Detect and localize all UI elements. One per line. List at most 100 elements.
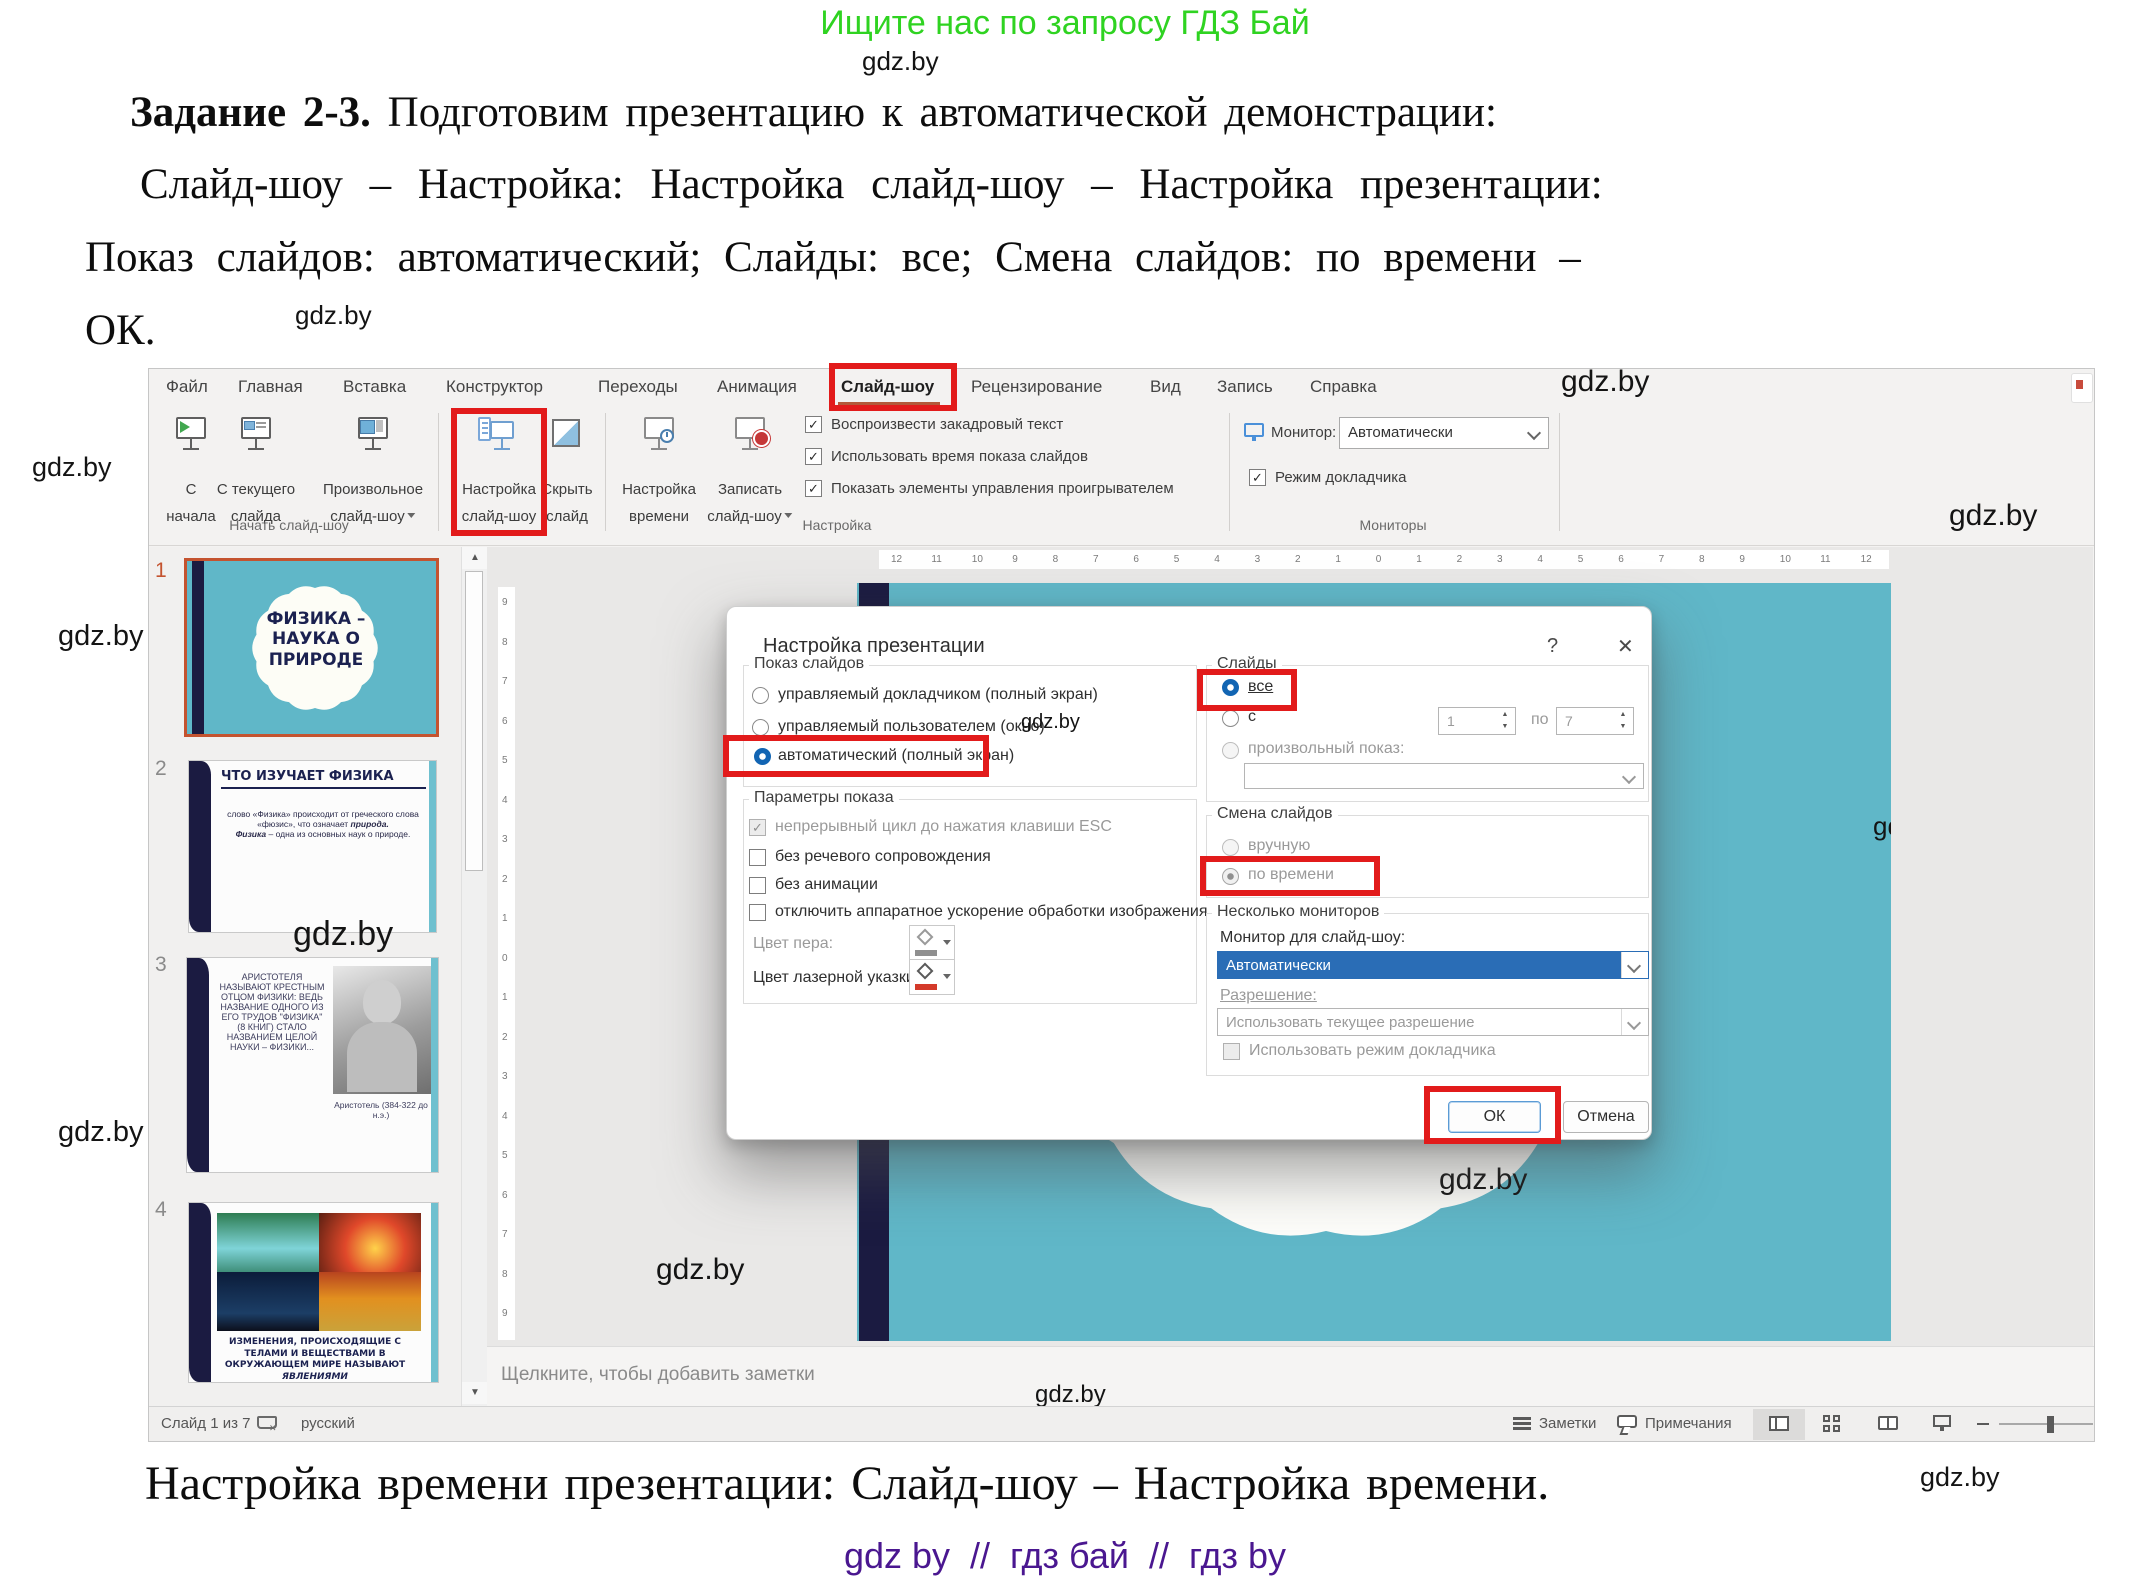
tab-review[interactable]: Рецензирование (971, 377, 1102, 397)
comments-label[interactable]: Примечания (1645, 1415, 1732, 1432)
start-from-beginning-icon[interactable] (168, 415, 214, 461)
show-media-controls-checkbox[interactable] (805, 480, 822, 497)
disable-hardware-acceleration-checkbox[interactable] (749, 904, 766, 921)
disable-hardware-acceleration-label[interactable]: отключить аппаратное ускорение обработки… (775, 903, 1207, 921)
from-slide-spinner[interactable]: 1▲▼ (1438, 707, 1516, 735)
without-animation-checkbox[interactable] (749, 877, 766, 894)
promo-banner: Ищите нас по запросу ГДЗ Бай (820, 4, 1309, 43)
slide-4-thumbnail[interactable]: ИЗМЕНЕНИЯ, ПРОИСХОДЯЩИЕ С ТЕЛАМИ И ВЕЩЕС… (188, 1202, 439, 1383)
scroll-up-arrow[interactable]: ▲ (462, 547, 488, 569)
rehearse-timings-label1[interactable]: Настройка (622, 481, 696, 498)
slide-2-thumbnail[interactable]: ЧТО ИЗУЧАЕТ ФИЗИКА слово «Физика» происх… (188, 760, 437, 933)
start-from-beginning-label1[interactable]: С (186, 481, 197, 498)
record-slideshow-icon[interactable] (727, 415, 773, 461)
tab-file[interactable]: Файл (166, 377, 208, 397)
presented-by-speaker-label[interactable]: управляемый докладчиком (полный экран) (778, 686, 1098, 704)
tab-record[interactable]: Запись (1217, 377, 1273, 397)
monitor-dropdown[interactable]: Автоматически (1339, 417, 1549, 449)
watermark: gdz.by (293, 915, 393, 954)
hide-slide-label2[interactable]: слайд (546, 508, 588, 525)
to-slide-spinner[interactable]: 7▲▼ (1556, 707, 1634, 735)
notes-toggle-label[interactable]: Заметки (1539, 1415, 1596, 1432)
without-animation-label[interactable]: без анимации (775, 876, 878, 894)
notes-placeholder[interactable]: Щелкните, чтобы добавить заметки (501, 1364, 815, 1386)
resolution-dropdown[interactable]: Использовать текущее разрешение (1217, 1008, 1649, 1036)
loop-continuously-label[interactable]: непрерывный цикл до нажатия клавиши ESC (775, 818, 1112, 836)
rehearse-timings-icon[interactable] (636, 415, 682, 461)
tab-home[interactable]: Главная (238, 377, 303, 397)
manually-label[interactable]: вручную (1248, 837, 1310, 855)
slide-3-thumbnail[interactable]: АРИСТОТЕЛЯ НАЗЫВАЮТ КРЕСТНЫМ ОТЦОМ ФИЗИК… (186, 957, 439, 1173)
tab-view[interactable]: Вид (1150, 377, 1181, 397)
slide-2-number: 2 (155, 757, 167, 781)
tab-insert[interactable]: Вставка (343, 377, 406, 397)
custom-show-label[interactable]: произвольный показ: (1248, 740, 1404, 758)
show-media-controls-label[interactable]: Показать элементы управления проигрывате… (831, 480, 1174, 497)
watermark: gdz.by (32, 452, 112, 483)
custom-slideshow-icon[interactable] (350, 415, 396, 461)
browsed-by-individual-radio[interactable] (752, 719, 769, 736)
start-from-beginning-label2[interactable]: начала (166, 508, 216, 525)
dialog-help-button[interactable]: ? (1547, 635, 1558, 658)
record-slideshow-label2[interactable]: слайд-шоу (707, 508, 792, 525)
vertical-ruler[interactable]: 9876543210123456789 (498, 587, 515, 1340)
use-timings-label[interactable]: Использовать время показа слайдов (831, 448, 1088, 465)
without-narration-checkbox[interactable] (749, 849, 766, 866)
zoom-out-icon[interactable] (1977, 1423, 1989, 1425)
record-slideshow-label1[interactable]: Записать (718, 481, 782, 498)
tab-design[interactable]: Конструктор (446, 377, 543, 397)
comments-icon[interactable] (1617, 1415, 1637, 1428)
hide-slide-icon[interactable] (544, 415, 590, 461)
horizontal-ruler[interactable]: 1211109876543210123456789101112 (879, 550, 1889, 569)
without-narration-label[interactable]: без речевого сопровождения (775, 848, 991, 866)
pen-color-picker[interactable] (909, 925, 955, 961)
cancel-button[interactable]: Отмена (1563, 1101, 1649, 1133)
resolution-label: Разрешение: (1220, 987, 1317, 1005)
spellcheck-icon[interactable] (257, 1416, 277, 1429)
laser-color-picker[interactable] (909, 959, 955, 995)
hide-slide-label1[interactable]: Скрыть (541, 481, 592, 498)
chevron-down-icon (1527, 426, 1541, 440)
presented-by-speaker-radio[interactable] (752, 687, 769, 704)
start-from-current-icon[interactable] (233, 415, 279, 461)
rehearse-timings-label2[interactable]: времени (629, 508, 689, 525)
slide-1-thumbnail[interactable]: ФИЗИКА – НАУКА О ПРИРОДЕ (184, 558, 439, 737)
play-narrations-label[interactable]: Воспроизвести закадровый текст (831, 416, 1063, 433)
custom-show-radio[interactable] (1222, 742, 1239, 759)
manually-radio[interactable] (1222, 839, 1239, 856)
zoom-slider-track[interactable] (1999, 1423, 2093, 1425)
thumbnail-scrollbar[interactable]: ▲ ▼ (461, 547, 488, 1406)
use-timings-checkbox[interactable] (805, 448, 822, 465)
loop-continuously-checkbox[interactable] (749, 819, 766, 836)
normal-view-icon[interactable] (1769, 1416, 1789, 1431)
start-from-current-label1[interactable]: С текущего (217, 481, 295, 498)
cut-off-ribbon-button[interactable] (2071, 373, 2093, 403)
scrollbar-thumb[interactable] (465, 571, 483, 871)
notes-toggle-icon[interactable] (1513, 1417, 1531, 1420)
aristotle-image (333, 966, 431, 1094)
notes-panel[interactable]: Щелкните, чтобы добавить заметки gdz.by (487, 1346, 2094, 1406)
play-narrations-checkbox[interactable] (805, 416, 822, 433)
dialog-close-button[interactable]: ✕ (1617, 634, 1634, 659)
slide-sorter-icon[interactable] (1823, 1415, 1840, 1432)
from-slides-radio[interactable] (1222, 710, 1239, 727)
browsed-by-individual-label[interactable]: управляемый пользователем (окно) (778, 718, 1045, 736)
reading-view-icon[interactable] (1878, 1416, 1898, 1430)
slideshow-monitor-dropdown[interactable]: Автоматически (1217, 951, 1649, 979)
use-presenter-view-label[interactable]: Использовать режим докладчика (1249, 1042, 1496, 1060)
language-indicator[interactable]: русский (301, 1415, 355, 1432)
slideshow-view-icon[interactable] (1933, 1415, 1951, 1427)
scroll-down-arrow[interactable]: ▼ (462, 1382, 488, 1404)
custom-slideshow-label1[interactable]: Произвольное (323, 481, 423, 498)
presenter-view-checkbox[interactable] (1249, 469, 1266, 486)
zoom-slider-thumb[interactable] (2047, 1416, 2054, 1433)
custom-show-dropdown[interactable] (1244, 763, 1644, 789)
tab-transitions[interactable]: Переходы (598, 377, 678, 397)
use-presenter-view-checkbox[interactable] (1223, 1043, 1240, 1060)
presenter-view-label[interactable]: Режим докладчика (1275, 469, 1407, 486)
tab-help[interactable]: Справка (1310, 377, 1377, 397)
watermark: gdz.by (1873, 811, 1891, 842)
watermark: gdz.by (58, 620, 143, 653)
tab-animations[interactable]: Анимация (717, 377, 797, 397)
pen-color-label: Цвет пера: (753, 935, 833, 953)
